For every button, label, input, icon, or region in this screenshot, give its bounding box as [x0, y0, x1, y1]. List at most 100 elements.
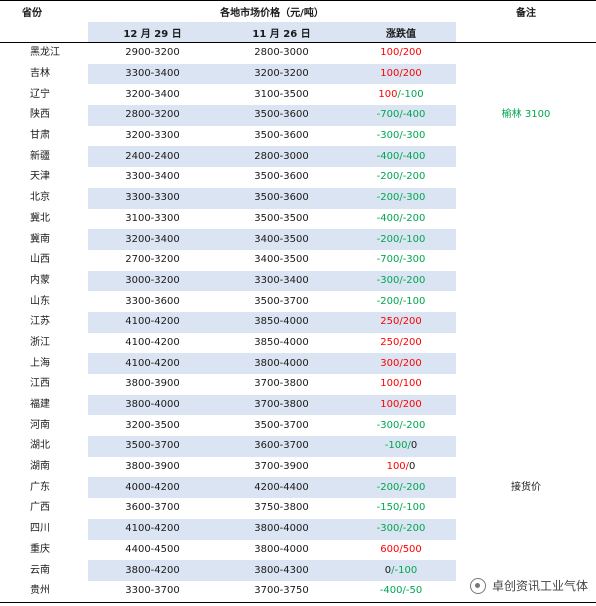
remark-cell [456, 312, 596, 333]
change-cell: 100/100 [346, 374, 456, 395]
change-low: -100 [384, 440, 408, 452]
previous-price-cell: 2800-3000 [217, 146, 346, 168]
header-province: 省份 [0, 0, 88, 22]
province-cell: 河南 [30, 419, 50, 431]
change-cell: -300/-300 [346, 126, 456, 147]
previous-price-cell: 3400-3500 [217, 229, 346, 250]
change-low: -200 [376, 481, 400, 493]
change-high: -100 [402, 502, 426, 514]
previous-price-cell: 3400-3500 [254, 254, 309, 266]
province-cell: 陕西 [30, 109, 50, 121]
header-change: 涨跌值 [346, 22, 457, 43]
province-cell: 上海 [30, 357, 50, 369]
change-low: -700 [376, 109, 400, 121]
change-high: -200 [402, 171, 426, 183]
remark-cell [456, 188, 596, 209]
current-price-cell: 3300-3300 [88, 187, 217, 209]
change-low: -200 [376, 192, 400, 204]
table-row: 黑龙江 2900-3200 2800-3000 100/200 [0, 43, 596, 64]
table-row: 湖北 3500-3700 3600-3700 -100/0 [0, 436, 596, 457]
header-date-previous: 11 月 26 日 [217, 22, 346, 43]
province-cell: 广东 [30, 481, 50, 493]
change-low: -300 [376, 419, 400, 431]
current-price-cell: 4100-4200 [88, 311, 217, 333]
change-high: -400 [402, 150, 426, 162]
current-price-cell: 3300-3400 [88, 63, 217, 85]
change-cell: 300/200 [346, 353, 457, 374]
watermark: 卓创资讯工业气体 [469, 577, 588, 594]
previous-price-cell: 3700-3800 [254, 378, 309, 390]
previous-price-cell: 3500-3600 [217, 187, 346, 209]
change-high: -400 [402, 109, 426, 121]
change-cell: -300/-200 [346, 270, 457, 292]
change-high: 100 [402, 378, 422, 390]
change-cell: 100/200 [346, 43, 456, 64]
table-row: 广东 4000-4200 4200-4400 -200/-200 接货价 [0, 477, 596, 499]
remark-cell [456, 126, 596, 147]
change-cell: 100/0 [346, 457, 456, 478]
change-high: -50 [405, 585, 423, 597]
current-price-cell: 3800-3900 [125, 378, 180, 390]
table-body: 黑龙江 2900-3200 2800-3000 100/200 吉林 3300-3400 3… [0, 43, 596, 603]
change-high: 200 [402, 47, 422, 59]
province-cell: 山西 [30, 254, 50, 266]
current-price-cell: 3000-3200 [88, 270, 217, 292]
current-price-cell: 4100-4200 [88, 518, 217, 540]
province-cell: 吉林 [30, 68, 50, 80]
remark-cell [456, 436, 596, 457]
table-row: 江西 3800-3900 3700-3800 100/100 [0, 374, 596, 395]
remark-cell: 接货价 [511, 481, 542, 493]
remark-cell [456, 209, 596, 230]
previous-price-cell: 3800-4000 [217, 518, 346, 540]
change-low: -400 [376, 212, 400, 224]
change-low: 100 [380, 68, 400, 80]
change-cell: -700/-300 [346, 250, 456, 271]
previous-price-cell: 3500-3600 [254, 171, 309, 183]
remark-cell [456, 146, 596, 167]
current-price-cell: 4100-4200 [125, 336, 180, 348]
change-low: -400 [379, 585, 403, 597]
table-row: 辽宁 3200-3400 3100-3500 100/-100 [0, 84, 596, 105]
previous-price-cell: 3200-3200 [217, 63, 346, 85]
table-row: 福建 3800-4000 3700-3800 100/200 [0, 394, 596, 416]
table-row: 内蒙 3000-3200 3300-3400 -300/-200 [0, 270, 596, 292]
change-cell: -700/-400 [346, 105, 457, 126]
current-price-cell: 3100-3300 [125, 212, 180, 224]
header-date-current: 12 月 29 日 [88, 22, 217, 43]
province-cell: 天津 [30, 171, 50, 183]
change-high: 0 [410, 440, 418, 452]
province-cell: 内蒙 [30, 274, 50, 286]
previous-price-cell: 3600-3700 [217, 436, 346, 457]
remark-cell [456, 229, 596, 250]
province-cell: 冀南 [30, 233, 50, 245]
change-low: 100 [380, 378, 400, 390]
change-cell: -200/-100 [346, 291, 456, 312]
change-low: 250 [380, 336, 400, 348]
change-high: -300 [402, 254, 426, 266]
table-row: 江苏 4100-4200 3850-4000 250/200 [0, 311, 596, 333]
table-row: 上海 4100-4200 3800-4000 300/200 [0, 353, 596, 374]
change-cell: -400/-50 [346, 580, 457, 603]
remark-cell [456, 395, 596, 416]
header-row-sub: 12 月 29 日 11 月 26 日 涨跌值 [0, 22, 596, 43]
change-high: 200 [402, 357, 422, 369]
province-cell: 四川 [30, 523, 50, 535]
current-price-cell: 3300-3700 [88, 580, 217, 603]
remark-cell [456, 353, 596, 374]
table-row: 陕西 2800-3200 3500-3600 -700/-400 榆林 3100 [0, 105, 596, 126]
province-cell: 山东 [30, 295, 50, 307]
remark-cell [456, 519, 596, 540]
province-cell: 贵州 [0, 580, 88, 603]
header-market-price: 各地市场价格（元/吨） [88, 0, 457, 22]
previous-price-cell: 3500-3600 [254, 130, 309, 142]
remark-cell [456, 333, 596, 354]
wechat-channel-icon [469, 577, 486, 594]
current-price-cell: 3200-3400 [125, 88, 180, 100]
province-cell: 江西 [30, 378, 50, 390]
previous-price-cell: 3500-3500 [254, 212, 309, 224]
change-cell: -200/-100 [346, 229, 457, 250]
change-low: -200 [376, 171, 400, 183]
previous-price-cell: 3700-3800 [217, 394, 346, 416]
remark-cell [456, 84, 596, 105]
change-high: -200 [402, 419, 426, 431]
